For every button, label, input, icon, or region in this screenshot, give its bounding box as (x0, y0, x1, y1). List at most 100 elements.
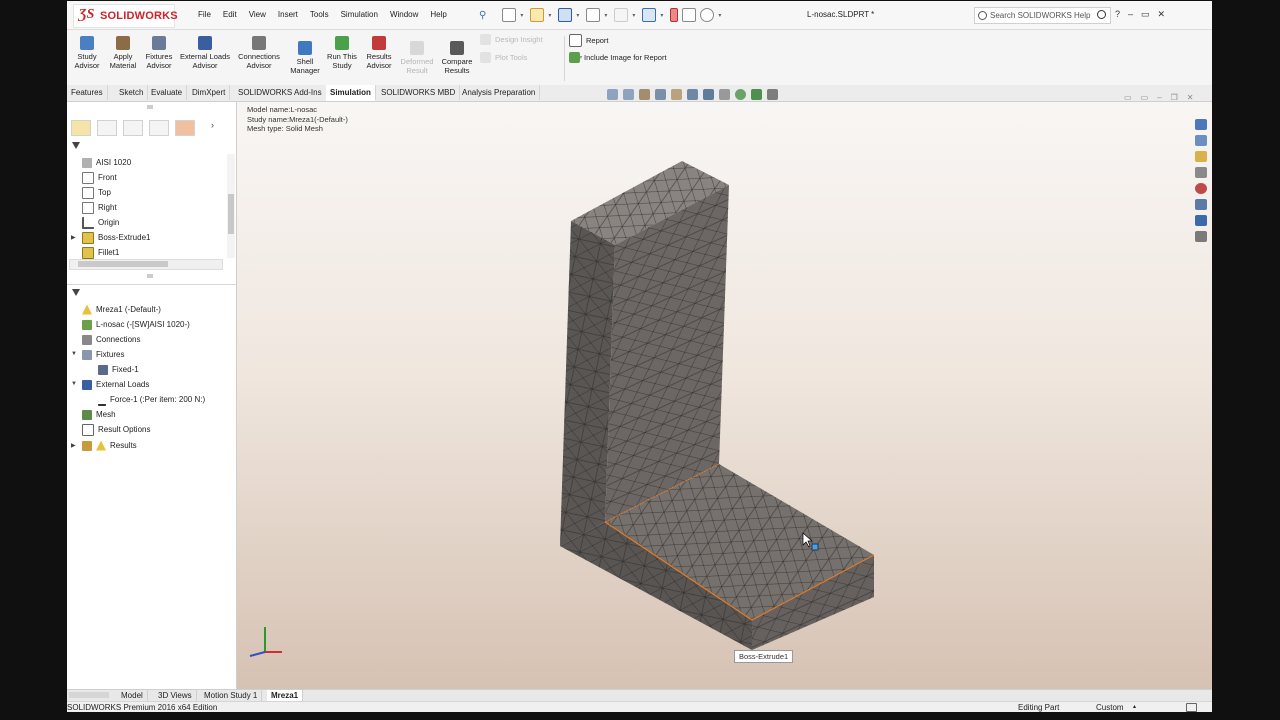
display-manager-tab-icon[interactable] (175, 120, 195, 136)
print-icon[interactable] (586, 8, 601, 22)
new-document-icon[interactable] (502, 8, 517, 22)
help-search-input[interactable]: Search SOLIDWORKS Help (974, 7, 1111, 24)
connections-advisor-button[interactable]: Connections Advisor (236, 33, 282, 70)
study-advisor-button[interactable]: Study Advisor (73, 33, 101, 70)
solidworks-logo[interactable]: ƷS SOLIDWORKS (73, 4, 178, 28)
study-tree-item-result-options[interactable]: Result Options (82, 422, 150, 437)
menu-help[interactable]: Help (424, 10, 452, 19)
view-palette-icon[interactable] (1195, 167, 1207, 178)
solidworks-resources-icon[interactable] (1195, 119, 1207, 130)
tab-sketch[interactable]: Sketch (115, 85, 149, 100)
menu-view[interactable]: View (243, 10, 272, 19)
undo-icon[interactable] (614, 8, 629, 22)
tab-dimxpert[interactable]: DimXpert (188, 85, 231, 100)
file-properties-icon[interactable] (682, 8, 697, 22)
save-icon[interactable] (558, 8, 573, 22)
pin-icon[interactable]: ⚲ (479, 10, 486, 21)
tree-item-top-plane[interactable]: Top (82, 185, 111, 200)
hide-show-items-icon[interactable] (719, 89, 730, 100)
tab-mbd[interactable]: SOLIDWORKS MBD (377, 85, 461, 100)
rebuild-icon[interactable] (670, 8, 679, 22)
fixtures-advisor-button[interactable]: Fixtures Advisor (143, 33, 175, 70)
tree-item-fillet[interactable]: Fillet1 (82, 245, 119, 260)
menu-edit[interactable]: Edit (217, 10, 243, 19)
scrollbar-thumb[interactable] (228, 194, 234, 234)
graphics-viewport[interactable]: Model name:L-nosac Study name:Mreza1(-De… (237, 102, 1212, 689)
custom-properties-icon[interactable] (1195, 199, 1207, 210)
study-tree-item-mreza1[interactable]: Mreza1 (-Default-) (82, 302, 161, 317)
property-manager-tab-icon[interactable] (97, 120, 117, 136)
deformed-result-button[interactable]: Deformed Result (399, 38, 435, 75)
splitter-grip[interactable] (147, 274, 153, 278)
zoom-area-icon[interactable] (623, 89, 634, 100)
view-orientation-icon[interactable] (687, 89, 698, 100)
tree-item-right-plane[interactable]: Right (82, 200, 117, 215)
tab-motion-study[interactable]: Motion Study 1 (200, 690, 263, 701)
rebuild-status-icon[interactable] (1186, 703, 1197, 712)
doc-minimize-icon[interactable]: – (1157, 93, 1161, 102)
expand-arrow-icon[interactable]: ▶ (71, 442, 76, 449)
view-settings-icon[interactable] (767, 89, 778, 100)
filter-icon[interactable] (72, 142, 80, 150)
tab-addins[interactable]: SOLIDWORKS Add-Ins (234, 85, 327, 100)
maximize-button[interactable]: ▭ (1141, 9, 1150, 20)
tab-model[interactable]: Model (117, 690, 148, 701)
configuration-manager-tab-icon[interactable] (123, 120, 143, 136)
tab-scroll-arrows[interactable] (69, 692, 109, 698)
scene-icon[interactable] (751, 89, 762, 100)
menu-window[interactable]: Window (384, 10, 424, 19)
tree-item-front-plane[interactable]: Front (82, 170, 117, 185)
zoom-to-fit-icon[interactable] (607, 89, 618, 100)
options-gear-icon[interactable] (700, 8, 715, 22)
menu-insert[interactable]: Insert (272, 10, 304, 19)
display-style-icon[interactable] (703, 89, 714, 100)
close-button[interactable]: ✕ (1158, 9, 1166, 20)
shell-manager-button[interactable]: Shell Manager (288, 38, 322, 75)
tile-icon[interactable]: ▭ (1124, 93, 1132, 102)
study-tree-item-results[interactable]: Results (82, 438, 137, 453)
previous-view-icon[interactable] (639, 89, 650, 100)
tab-mreza1[interactable]: Mreza1 (267, 690, 304, 701)
restore-icon[interactable]: ▭ (1141, 93, 1149, 102)
study-tree-item-fixed-1[interactable]: Fixed-1 (98, 362, 139, 377)
tab-features[interactable]: Features (67, 85, 108, 100)
file-explorer-icon[interactable] (1195, 151, 1207, 162)
units-dropdown-icon[interactable]: ▴ (1133, 703, 1136, 710)
appearances-icon[interactable] (1195, 183, 1207, 194)
apply-material-button[interactable]: Apply Material (108, 33, 138, 70)
results-advisor-button[interactable]: Results Advisor (364, 33, 394, 70)
study-tree-item-connections[interactable]: Connections (82, 332, 140, 347)
appearance-icon[interactable] (735, 89, 746, 100)
units-selector[interactable]: Custom (1096, 703, 1124, 712)
tree-horizontal-scrollbar[interactable] (69, 259, 223, 270)
design-insight-button[interactable]: Design Insight (480, 34, 543, 45)
compare-results-button[interactable]: Compare Results (440, 38, 474, 75)
study-tree-item-fixtures[interactable]: Fixtures (82, 347, 124, 362)
section-view-icon[interactable] (655, 89, 666, 100)
coordinate-triad-icon[interactable] (245, 622, 285, 662)
meshed-l-bracket-model[interactable] (237, 102, 1212, 689)
scrollbar-thumb[interactable] (78, 261, 168, 267)
panel-grip[interactable] (147, 105, 153, 109)
minimize-button[interactable]: – (1128, 9, 1133, 20)
feature-manager-tab-icon[interactable] (71, 120, 91, 136)
tree-item-origin[interactable]: Origin (82, 215, 119, 230)
study-tree-item-part[interactable]: L-nosac (-[SW]AISI 1020-) (82, 317, 190, 332)
select-arrow-icon[interactable] (642, 8, 657, 22)
tree-item-material[interactable]: AISI 1020 (82, 155, 131, 170)
include-image-report-button[interactable]: Include Image for Report (569, 52, 667, 63)
tab-simulation[interactable]: Simulation (326, 85, 376, 101)
doc-restore-icon[interactable]: ❐ (1171, 93, 1178, 102)
simulation-manager-icon[interactable] (1195, 231, 1207, 242)
tab-analysis-preparation[interactable]: Analysis Preparation (458, 85, 541, 100)
menu-file[interactable]: File (192, 10, 217, 19)
open-folder-icon[interactable] (530, 8, 545, 22)
help-menu-icon[interactable]: ? (1115, 9, 1120, 20)
tab-evaluate[interactable]: Evaluate (147, 85, 188, 100)
plot-tools-button[interactable]: Plot Tools ▾ (480, 52, 582, 63)
study-tree-item-external-loads[interactable]: External Loads (82, 377, 149, 392)
doc-close-icon[interactable]: ✕ (1187, 93, 1194, 102)
search-icon[interactable] (1097, 10, 1106, 19)
external-loads-advisor-button[interactable]: External Loads Advisor (179, 33, 231, 70)
tree-vertical-scrollbar[interactable] (227, 154, 235, 258)
